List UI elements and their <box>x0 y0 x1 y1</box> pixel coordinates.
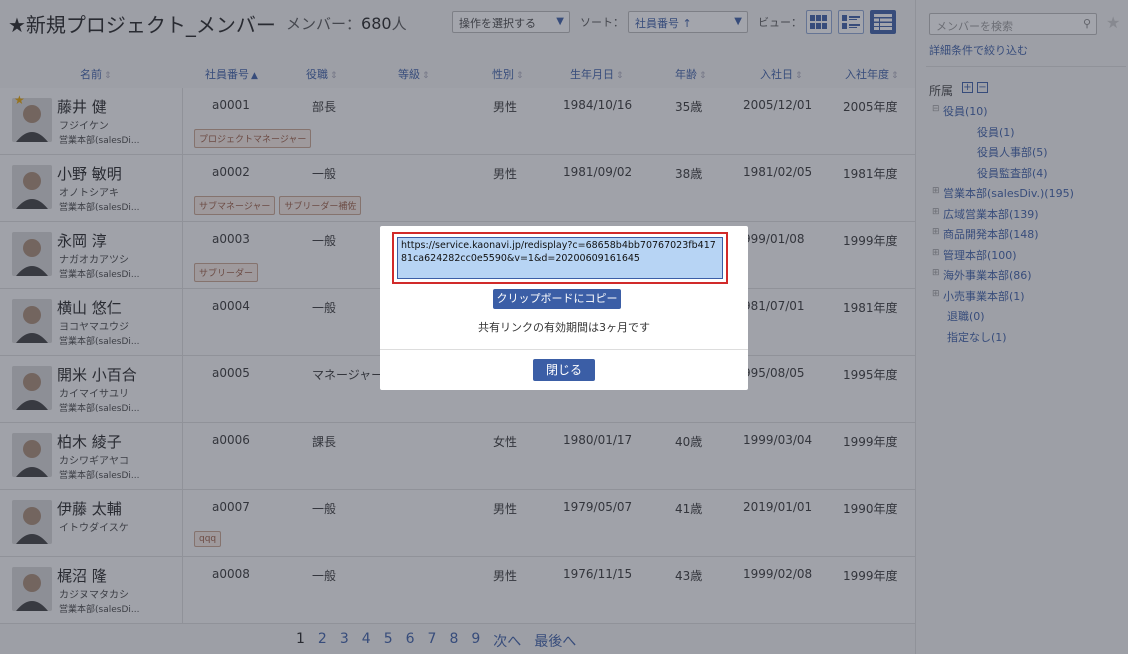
copy-to-clipboard-button[interactable]: クリップボードにコピー <box>493 289 621 309</box>
share-link-dialog: https://service.kaonavi.jp/redisplay?c=6… <box>380 226 748 390</box>
expiry-note: 共有リンクの有効期間は3ヶ月です <box>478 321 650 334</box>
modal-divider <box>380 349 748 350</box>
close-button[interactable]: 閉じる <box>533 359 595 381</box>
share-url-textarea[interactable]: https://service.kaonavi.jp/redisplay?c=6… <box>397 237 723 279</box>
share-url-highlight: https://service.kaonavi.jp/redisplay?c=6… <box>392 232 728 284</box>
